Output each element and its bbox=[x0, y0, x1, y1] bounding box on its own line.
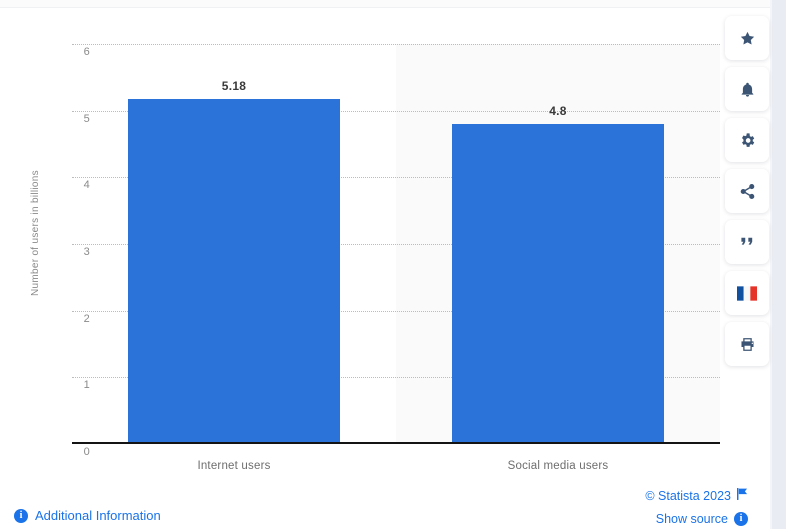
bar-value-label: 4.8 bbox=[549, 104, 567, 118]
y-axis-tick-label: 0 bbox=[83, 446, 90, 458]
x-axis-tick-label: Internet users bbox=[197, 460, 271, 472]
statista-chart-page: Number of users in billions 0123456 5.18… bbox=[0, 0, 786, 529]
gear-icon bbox=[739, 132, 756, 149]
share-button[interactable] bbox=[725, 169, 769, 213]
show-source-label: Show source bbox=[655, 512, 728, 526]
y-axis-label: Number of users in billions bbox=[30, 170, 41, 296]
star-icon bbox=[739, 30, 756, 47]
printer-icon bbox=[739, 336, 756, 353]
bell-icon bbox=[739, 81, 756, 98]
info-icon: i bbox=[14, 508, 28, 523]
bar-value-label: 5.18 bbox=[221, 78, 247, 93]
copyright: © Statista 2023 bbox=[645, 488, 748, 503]
favorite-button[interactable] bbox=[725, 16, 769, 60]
bar[interactable] bbox=[128, 98, 340, 444]
bar[interactable] bbox=[452, 124, 664, 444]
flag-marker-icon bbox=[737, 488, 748, 503]
x-axis-line bbox=[72, 442, 720, 444]
cite-button[interactable] bbox=[725, 220, 769, 264]
info-icon: i bbox=[734, 512, 748, 526]
gridline bbox=[72, 44, 720, 45]
flag-fr-icon bbox=[737, 285, 757, 301]
chart-action-toolbar bbox=[725, 16, 769, 366]
x-axis-tick-label: Social media users bbox=[507, 460, 609, 472]
additional-information-label: Additional Information bbox=[35, 508, 161, 523]
share-icon bbox=[739, 183, 756, 200]
print-button[interactable] bbox=[725, 322, 769, 366]
settings-button[interactable] bbox=[725, 118, 769, 162]
copyright-label: © Statista 2023 bbox=[645, 488, 731, 503]
card-top-edge bbox=[0, 0, 772, 8]
plot-area: 5.18 4.8 bbox=[72, 44, 720, 444]
bar-chart: Number of users in billions 0123456 5.18… bbox=[0, 8, 772, 478]
language-button[interactable] bbox=[725, 271, 769, 315]
show-source-link[interactable]: Show source i bbox=[656, 512, 748, 526]
quote-icon bbox=[739, 234, 755, 250]
additional-information-link[interactable]: i Additional Information bbox=[14, 508, 161, 523]
notification-button[interactable] bbox=[725, 67, 769, 111]
page-right-gutter bbox=[770, 0, 786, 529]
